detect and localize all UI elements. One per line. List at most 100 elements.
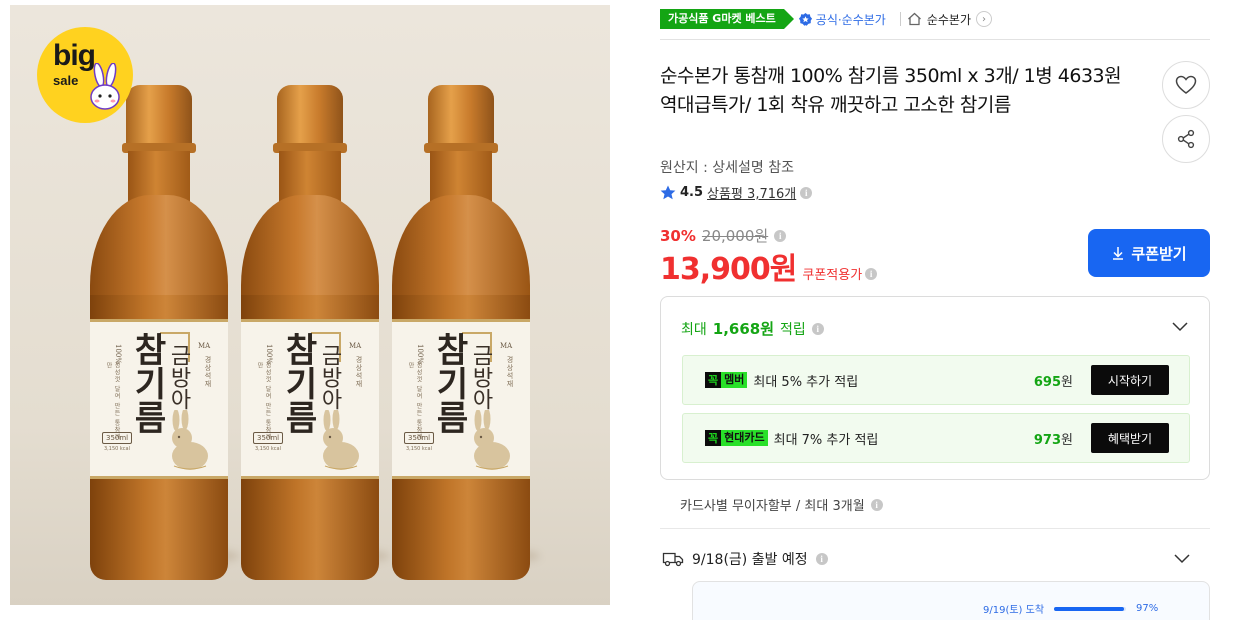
label-logo: MA <box>349 342 362 350</box>
label-kcal: 3,150 kcal <box>104 446 131 452</box>
share-button[interactable] <box>1162 115 1210 163</box>
label-percent: 100% <box>416 344 424 365</box>
label-volume: 350ml <box>253 432 284 444</box>
reward-amount-unit: 원 <box>1061 432 1073 448</box>
reward-amount-value: 695 <box>1033 374 1062 390</box>
tag-prefix: 꼭 <box>708 432 719 445</box>
store-name: 순수본가 <box>926 12 972 27</box>
label-side-text: 경상석재 <box>355 356 363 388</box>
origin-info: 원산지 : 상세설명 참조 <box>660 160 794 176</box>
reward-headline[interactable]: 최대 1,668원 적립 i <box>681 318 824 339</box>
rabbit-illustration <box>172 410 208 470</box>
bottle-label: MA 경상석재 100% 정성껏 달여 만든 통참깨만 참기름 금방아 350m… <box>241 319 379 479</box>
divider <box>660 39 1210 40</box>
wishlist-button[interactable] <box>1162 61 1210 109</box>
label-kcal: 3,150 kcal <box>255 446 282 452</box>
get-coupon-label: 쿠폰받기 <box>1131 244 1187 263</box>
tag-prefix: 꼭 <box>708 374 719 387</box>
reward-row-card: 꼭 현대카드 최대 7% 추가 적립 973원 혜택받기 <box>682 413 1190 463</box>
store-link[interactable]: 순수본가 › <box>907 11 993 28</box>
reward-prefix: 최대 <box>681 321 707 338</box>
reward-row-member: 꼭 멤버 최대 5% 추가 적립 695원 시작하기 <box>682 355 1190 405</box>
coupon-applied-label: 쿠폰적용가 i <box>802 264 878 283</box>
truck-icon <box>662 552 684 567</box>
bottle-shoulder <box>392 195 530 305</box>
label-percent: 100% <box>265 344 273 365</box>
oil-bottle: MA 경상석재 100% 정성껏 달여 만든 통참깨만 참기름 금방아 350m… <box>392 85 530 585</box>
info-icon[interactable]: i <box>870 498 883 511</box>
product-tags: 가공식품 G마켓 베스트 공식·순수본가 순수본가 › <box>660 8 993 30</box>
best-tag[interactable]: 가공식품 G마켓 베스트 <box>660 9 794 29</box>
tag-label: 멤버 <box>721 372 748 388</box>
share-icon <box>1177 129 1195 149</box>
bottle-shoulder <box>90 195 228 305</box>
heart-icon <box>1175 75 1197 94</box>
info-icon[interactable]: i <box>811 322 824 335</box>
chevron-right-icon: › <box>976 11 993 27</box>
rating-score: 4.5 <box>680 185 704 200</box>
reward-amount-value: 973 <box>1033 432 1062 448</box>
chevron-down-icon[interactable] <box>1171 317 1189 335</box>
label-description: 정성껏 달여 만든 통참깨만 <box>105 362 120 441</box>
label-brand-name: 금방아 <box>166 344 191 410</box>
chevron-down-icon[interactable] <box>1173 549 1191 567</box>
installment-info: 카드사별 무이자할부 / 최대 3개월 i <box>680 495 883 514</box>
arrival-forecast: 9/19(토) 도착 97% <box>983 601 1158 616</box>
product-title: 순수본가 통참깨 100% 참기름 350ml x 3개/ 1병 4633원 역… <box>660 65 1122 116</box>
reward-max-amount: 1,668원 <box>712 320 775 338</box>
bottle-shoulder <box>241 195 379 305</box>
price-line: 13,900원 쿠폰적용가 i <box>660 244 878 288</box>
label-logo: MA <box>500 342 513 350</box>
info-icon[interactable]: i <box>800 186 813 199</box>
rating-summary: 4.5 상품평 3,716개 i <box>660 183 813 202</box>
label-kcal: 3,150 kcal <box>406 446 433 452</box>
get-coupon-button[interactable]: 쿠폰받기 <box>1088 229 1210 277</box>
reward-panel: 최대 1,668원 적립 i 꼭 멤버 최대 5% 추가 적립 695원 시작하… <box>660 296 1210 480</box>
coupon-applied-text: 쿠폰적용가 <box>802 268 863 283</box>
departure-date: 9/18(금) 출발 예정 <box>692 552 808 568</box>
bottle-label: MA 경상석재 100% 정성껏 달여 만든 통참깨만 참기름 금방아 350m… <box>392 319 530 479</box>
label-brand-name: 금방아 <box>468 344 493 410</box>
reward-description: 최대 5% 추가 적립 <box>753 374 859 390</box>
arrival-probability-fill <box>1054 606 1124 611</box>
start-membership-button[interactable]: 시작하기 <box>1091 365 1169 395</box>
official-store-label: 공식·순수본가 <box>815 12 886 27</box>
info-icon[interactable]: i <box>865 267 878 280</box>
oil-bottle: MA 경상석재 100% 정성껏 달여 만든 통참깨만 참기름 금방아 350m… <box>90 85 228 585</box>
label-volume: 350ml <box>404 432 435 444</box>
home-icon <box>907 12 921 26</box>
bottle-label: MA 경상석재 100% 정성껏 달여 만든 통참깨만 참기름 금방아 350m… <box>90 319 228 479</box>
review-count-link[interactable]: 상품평 3,716개 <box>707 183 796 202</box>
reward-amount: 973원 <box>1034 429 1073 448</box>
get-benefit-button[interactable]: 혜택받기 <box>1091 423 1169 453</box>
badge-sale-text: sale <box>53 73 79 88</box>
delivery-info[interactable]: 9/18(금) 출발 예정 i <box>662 549 828 569</box>
official-badge-icon <box>798 12 812 26</box>
label-description: 정성껏 달여 만든 통참깨만 <box>256 362 271 441</box>
oil-bottle: MA 경상석재 100% 정성껏 달여 만든 통참깨만 참기름 금방아 350m… <box>241 85 379 585</box>
reward-description: 최대 7% 추가 적립 <box>773 432 879 448</box>
divider <box>660 528 1210 529</box>
tag-divider <box>899 12 901 26</box>
official-store-tag[interactable]: 공식·순수본가 <box>798 11 886 28</box>
discount-rate: 30% <box>660 226 696 245</box>
arrival-percent: 97% <box>1136 603 1159 614</box>
bottle-cap <box>277 85 343 147</box>
bunny-mascot-icon <box>90 63 120 110</box>
sale-price: 13,900원 <box>660 252 797 287</box>
info-icon[interactable]: i <box>774 229 787 242</box>
arrival-date: 9/19(토) 도착 <box>983 605 1045 616</box>
reward-amount: 695원 <box>1034 371 1073 390</box>
label-volume: 350ml <box>102 432 133 444</box>
label-side-text: 경상석재 <box>204 356 212 388</box>
bottle-cap <box>126 85 192 147</box>
bottle-cap <box>428 85 494 147</box>
info-icon[interactable]: i <box>815 553 828 565</box>
download-icon <box>1113 247 1124 260</box>
arrival-probability-bar <box>1054 606 1127 611</box>
label-description: 정성껏 달여 만든 통참깨만 <box>407 362 422 441</box>
product-image[interactable]: MA 경상석재 100% 정성껏 달여 만든 통참깨만 참기름 금방아 350m… <box>10 5 610 605</box>
reward-amount-unit: 원 <box>1061 374 1073 390</box>
rabbit-illustration <box>323 410 359 470</box>
discount-line: 30% 20,000원 i <box>660 225 787 246</box>
